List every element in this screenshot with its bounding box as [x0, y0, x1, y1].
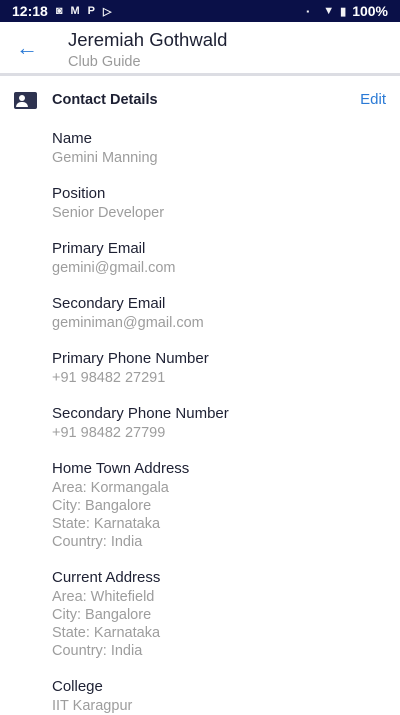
field-label: Current Address — [52, 569, 161, 586]
field-value: IIT Karagpur — [52, 698, 133, 714]
field-value: geminiman@gmail.com — [52, 315, 204, 331]
field-value: Gemini Manning — [52, 150, 158, 166]
battery-level: 100% — [352, 3, 388, 19]
status-bar: 12:18 ◙ M P ▷ ▪ ▼ ▮ 100% — [0, 0, 400, 22]
field-value: Country: India — [52, 534, 143, 550]
contact-details-header: Contact Details Edit — [0, 76, 400, 128]
field-label: Secondary Email — [52, 295, 166, 312]
field-label: Name — [52, 130, 93, 147]
field-value: Senior Developer — [52, 205, 165, 221]
field-college: College IIT Karagpur — [52, 676, 400, 715]
app-header: ← Jeremiah Gothwald Club Guide — [0, 22, 400, 76]
field-value: Area: Whitefield — [52, 589, 155, 605]
field-home-town-address: Home Town Address Area: Kormangala City: B… — [52, 458, 400, 551]
camera-icon: ◙ — [55, 5, 63, 17]
field-value: Area: Kormangala — [52, 480, 169, 496]
back-arrow-icon[interactable]: ← — [16, 37, 38, 59]
field-label: College — [52, 678, 103, 695]
field-name: Name Gemini Manning — [52, 128, 400, 167]
field-position: Position Senior Developer — [52, 183, 400, 222]
field-secondary-email: Secondary Email geminiman@gmail.com — [52, 293, 400, 332]
field-label: Primary Phone Number — [52, 350, 209, 367]
page-title: Jeremiah Gothwald — [68, 29, 228, 50]
field-value: City: Bangalore — [52, 607, 152, 623]
field-value: +91 98482 27291 — [52, 370, 166, 386]
wifi-icon: ▼ — [323, 5, 335, 17]
field-value: State: Karnataka — [52, 625, 161, 641]
page-subtitle: Club Guide — [68, 54, 141, 70]
status-time: 12:18 — [12, 3, 48, 19]
field-secondary-phone-number: Secondary Phone Number +91 98482 27799 — [52, 403, 400, 442]
parking-icon: P — [87, 5, 95, 17]
field-primary-phone-number: Primary Phone Number +91 98482 27291 — [52, 348, 400, 387]
contact-card-icon — [14, 92, 37, 109]
edit-button[interactable]: Edit — [360, 91, 386, 108]
field-label: Secondary Phone Number — [52, 405, 229, 422]
field-value: gemini@gmail.com — [52, 260, 176, 276]
contact-fields: Name Gemini Manning Position Senior Develop… — [0, 128, 400, 715]
field-value: Country: India — [52, 643, 143, 659]
field-value: State: Karnataka — [52, 516, 161, 532]
play-store-icon: ▷ — [102, 5, 112, 18]
field-value: +91 98482 27799 — [52, 425, 166, 441]
sim-icon: ▪ — [306, 6, 310, 16]
field-current-address: Current Address Area: Whitefield City: Ban… — [52, 567, 400, 660]
field-label: Home Town Address — [52, 460, 190, 477]
field-label: Position — [52, 185, 106, 202]
field-value: City: Bangalore — [52, 498, 152, 514]
section-title: Contact Details — [52, 92, 158, 108]
field-primary-email: Primary Email gemini@gmail.com — [52, 238, 400, 277]
field-label: Primary Email — [52, 240, 146, 257]
gmail-icon: M — [70, 5, 80, 17]
battery-icon: ▮ — [340, 5, 347, 18]
